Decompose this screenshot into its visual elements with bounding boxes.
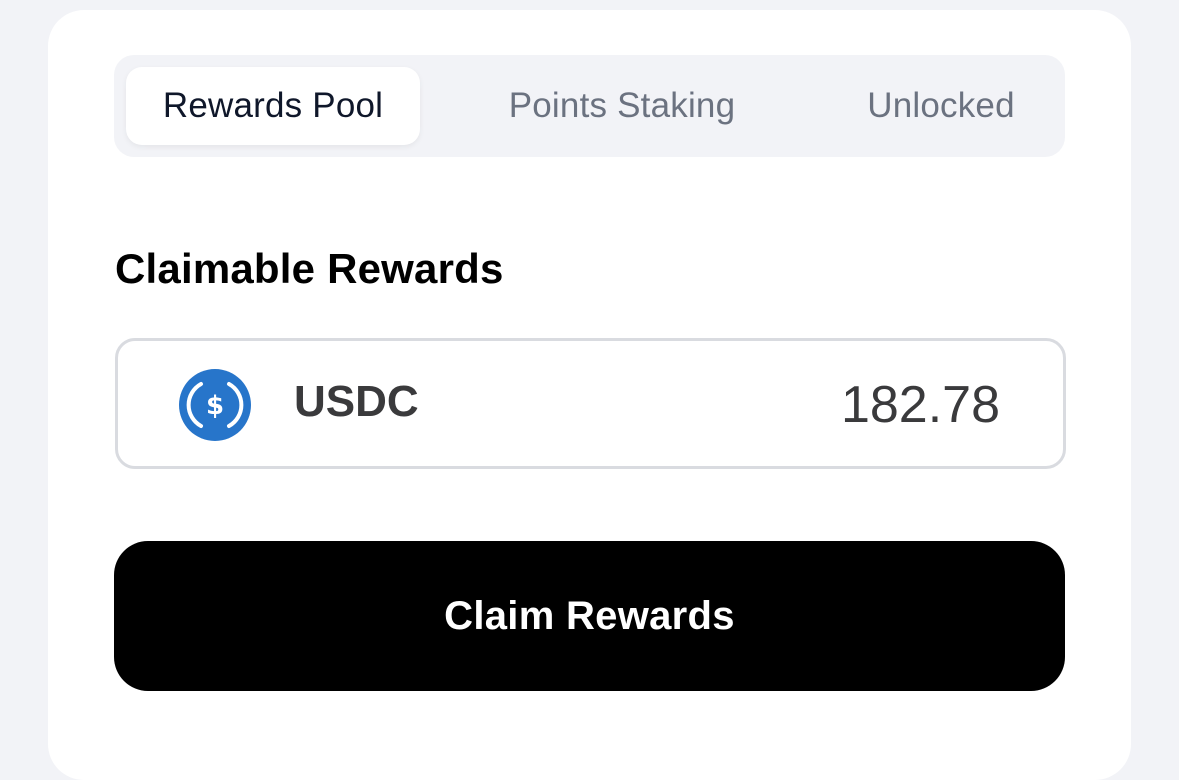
token-amount: 182.78 [840,376,1000,434]
usdc-coin-icon: $ [179,369,251,441]
tab-rewards-pool[interactable]: Rewards Pool [126,67,420,145]
tab-label: Unlocked [867,86,1015,125]
tab-points-staking[interactable]: Points Staking [464,67,780,145]
tab-unlocked[interactable]: Unlocked [826,67,1056,145]
claim-rewards-button[interactable]: Claim Rewards [114,541,1065,691]
tab-bar: Rewards Pool Points Staking Unlocked [114,55,1065,157]
section-title: Claimable Rewards [115,245,504,292]
token-name: USDC [294,377,419,426]
svg-text:$: $ [206,391,224,421]
tab-label: Points Staking [508,86,736,125]
rewards-card: Rewards Pool Points Staking Unlocked Cla… [48,10,1131,780]
tab-label: Rewards Pool [162,86,384,125]
reward-row: $ USDC 182.78 [115,338,1066,469]
